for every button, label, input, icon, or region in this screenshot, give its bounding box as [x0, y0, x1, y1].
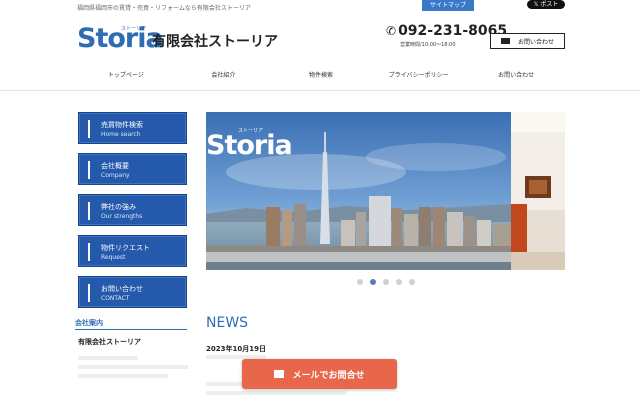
- nav-item-privacy[interactable]: プライバシーポリシー: [370, 68, 468, 84]
- company-info-faded-line: [78, 365, 188, 369]
- slide-interior-photo: [511, 112, 565, 270]
- news-date: 2023年10月19日: [206, 345, 266, 353]
- side-menu-label: 会社概要: [101, 162, 129, 170]
- site-tagline: 福岡県福岡市の賃貸・売買・リフォームなら有限会社ストーリア: [77, 5, 251, 12]
- header-divider: [0, 90, 640, 91]
- side-menu-sublabel: Home search: [101, 131, 141, 138]
- slide-logo-text: Storia: [206, 130, 293, 161]
- logo-kana: ストーリア: [121, 26, 147, 32]
- slider-dot[interactable]: [409, 279, 415, 285]
- side-menu-sublabel: Our strengths: [101, 213, 143, 220]
- side-menu-label: 売買物件検索: [101, 121, 143, 129]
- side-menu-sublabel: Request: [101, 254, 126, 261]
- nav-item-company[interactable]: 会社紹介: [175, 68, 273, 84]
- news-faded-line: [206, 382, 246, 386]
- side-menu-sublabel: CONTACT: [101, 295, 130, 302]
- slider-dot-active[interactable]: [370, 279, 376, 285]
- menu-bar-marker: [88, 161, 90, 179]
- x-post-button[interactable]: 𝕏 ポスト: [527, 0, 565, 9]
- slide-city-photo: Storia ストーリア: [206, 112, 511, 270]
- company-info-name: 有限会社ストーリア: [78, 338, 141, 346]
- business-hours: 営業時間/10:00～18:00: [400, 42, 456, 48]
- menu-bar-marker: [88, 284, 90, 302]
- header-contact-button[interactable]: お問い合わせ: [490, 33, 565, 49]
- company-info-rule: [75, 329, 187, 330]
- header-contact-label: お問い合わせ: [517, 38, 554, 46]
- company-name: 有限会社ストーリア: [152, 34, 278, 50]
- side-menu-label: お問い合わせ: [101, 285, 143, 293]
- side-menu-strengths[interactable]: 弊社の強み Our strengths: [78, 194, 187, 226]
- phone-number[interactable]: ✆ 092-231-8065: [386, 23, 507, 39]
- phone-icon: ✆: [386, 24, 397, 38]
- company-info-faded-line: [78, 374, 168, 378]
- side-menu-company[interactable]: 会社概要 Company: [78, 153, 187, 185]
- global-nav: トップページ 会社紹介 物件検索 プライバシーポリシー お問い合わせ: [77, 68, 565, 84]
- nav-item-search[interactable]: 物件検索: [272, 68, 370, 84]
- side-menu-label: 弊社の強み: [101, 203, 136, 211]
- side-menu-contact[interactable]: お問い合わせ CONTACT: [78, 276, 187, 308]
- side-menu-request[interactable]: 物件リクエスト Request: [78, 235, 187, 267]
- slider-dot[interactable]: [383, 279, 389, 285]
- interior-room-image: [511, 112, 565, 270]
- news-heading: NEWS: [206, 315, 249, 331]
- nav-item-contact[interactable]: お問い合わせ: [467, 68, 565, 84]
- menu-bar-marker: [88, 202, 90, 220]
- side-menu-sublabel: Company: [101, 172, 130, 179]
- mail-icon: [500, 38, 510, 44]
- menu-bar-marker: [88, 120, 90, 138]
- slider-pagination: [357, 279, 415, 285]
- company-info-heading: 会社案内: [75, 319, 103, 327]
- floating-mail-button[interactable]: メールでお問合せ: [242, 359, 397, 389]
- site-logo[interactable]: Storia ストーリア: [77, 23, 164, 54]
- envelope-icon: [274, 370, 285, 378]
- floating-mail-label: メールでお問合せ: [292, 370, 365, 381]
- slider-dot[interactable]: [396, 279, 402, 285]
- side-menu-home-search[interactable]: 売買物件検索 Home search: [78, 112, 187, 144]
- news-faded-line: [206, 391, 346, 395]
- hero-slider[interactable]: Storia ストーリア: [206, 112, 565, 270]
- logo-text: Storia: [77, 23, 164, 54]
- nav-item-top[interactable]: トップページ: [77, 68, 175, 84]
- slide-logo-kana: ストーリア: [238, 128, 264, 134]
- page: 福岡県福岡市の賃貸・売買・リフォームなら有限会社ストーリア サイトマップ 𝕏 ポ…: [0, 0, 640, 400]
- side-menu-label: 物件リクエスト: [101, 244, 150, 252]
- sitemap-button[interactable]: サイトマップ: [422, 0, 474, 11]
- company-info-faded-line: [78, 356, 138, 360]
- slider-dot[interactable]: [357, 279, 363, 285]
- menu-bar-marker: [88, 243, 90, 261]
